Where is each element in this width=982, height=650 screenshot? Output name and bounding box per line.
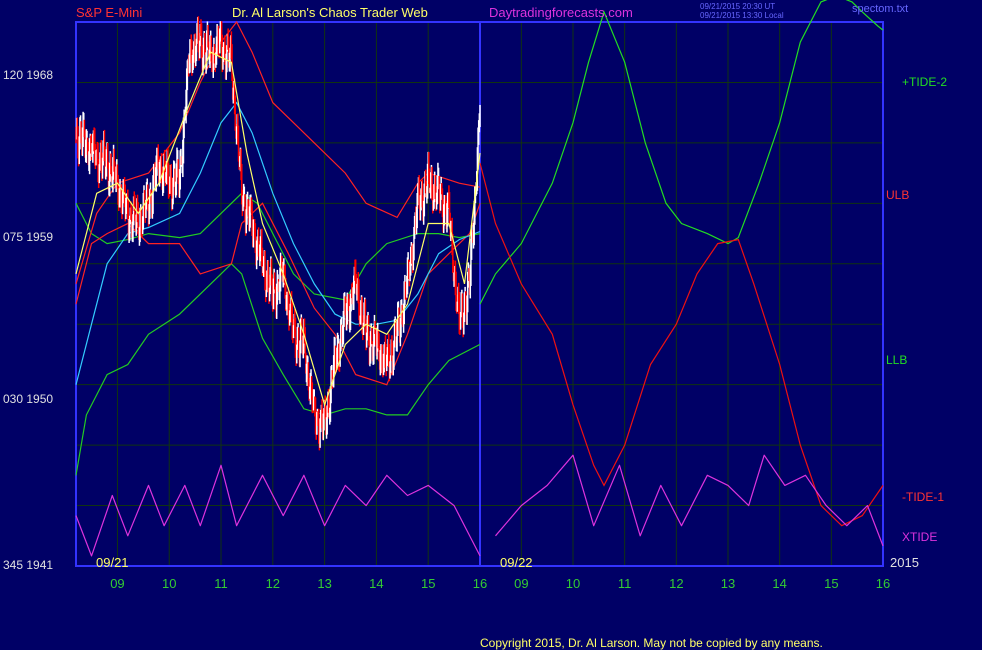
copyright-notice: Copyright 2015, Dr. Al Larson. May not b… (480, 636, 823, 650)
x-tick-label: 13 (721, 576, 735, 591)
chart-canvas: 09 10 11 12 13 14 15 16 09 10 11 12 13 14 15 16 09/21 09/… (75, 0, 919, 591)
x-tick-label: 10 (566, 576, 580, 591)
symbol-title: S&P E-Mini (76, 5, 143, 20)
x-tick-label: 12 (266, 576, 280, 591)
x-tick-label: 14 (369, 576, 383, 591)
xtide-label: XTIDE (902, 530, 938, 544)
x-tick-label: 12 (669, 576, 683, 591)
y-tick-label: 075 1959 (3, 230, 54, 244)
tide-minus-label: -TIDE-1 (902, 490, 944, 504)
llb-label: LLB (886, 353, 908, 367)
x-tick-label: 11 (214, 576, 228, 591)
x-tick-label: 09 (514, 576, 528, 591)
data-filename: spectom.txt (852, 3, 909, 15)
x-tick-label: 09 (110, 576, 124, 591)
timestamp-ut: 09/21/2015 20:30 UT (700, 2, 776, 11)
x-tick-label: 16 (876, 576, 890, 591)
year-label: 2015 (890, 555, 919, 570)
x-tick-label: 15 (824, 576, 838, 591)
y-tick-label: 030 1950 (3, 392, 54, 406)
xtide-line (495, 454, 884, 547)
timestamp-local: 09/21/2015 13:30 Local (700, 11, 784, 20)
date-label-0921: 09/21 (96, 555, 129, 570)
xtide-line (75, 464, 481, 557)
website-link[interactable]: Daytradingforecasts.com (489, 5, 633, 20)
x-tick-label: 16 (473, 576, 487, 591)
x-tick-label: 13 (317, 576, 331, 591)
tide-plus-2-line (479, 0, 884, 305)
x-tick-label: 14 (772, 576, 786, 591)
y-tick-label: 345 1941 (3, 558, 54, 572)
ulb-label: ULB (886, 188, 910, 202)
date-label-0922: 09/22 (500, 555, 533, 570)
x-tick-label: 15 (421, 576, 435, 591)
site-title: Dr. Al Larson's Chaos Trader Web (232, 5, 428, 20)
x-tick-label: 11 (618, 576, 632, 591)
x-tick-label: 10 (162, 576, 176, 591)
y-tick-label: 120 1968 (3, 68, 54, 82)
tide-plus-label: +TIDE-2 (902, 75, 948, 89)
tide-minus-1-line (479, 162, 884, 527)
